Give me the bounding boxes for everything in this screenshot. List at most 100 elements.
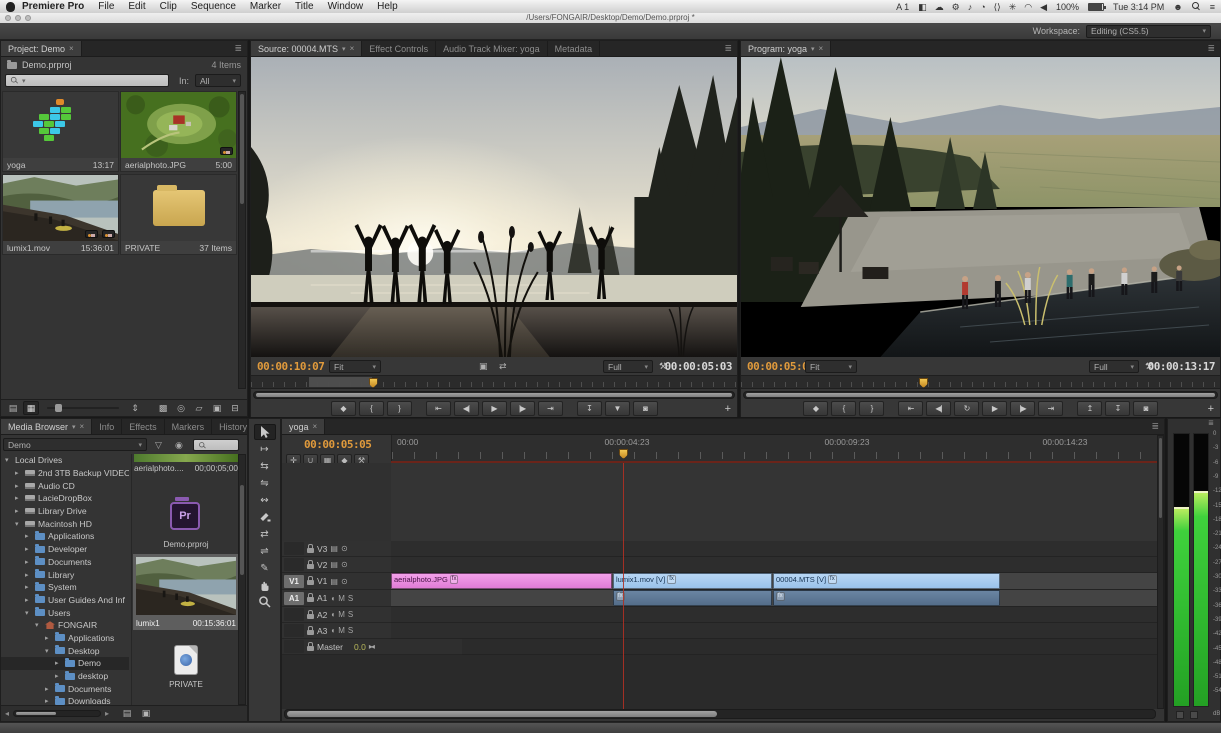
program-scrollbar[interactable] xyxy=(743,391,1218,399)
tool-track-select[interactable]: ↦ xyxy=(254,441,276,457)
apple-menu-icon[interactable] xyxy=(6,2,15,12)
source-current-timecode[interactable]: 00:00:10:07 xyxy=(257,360,324,373)
tree-item-users[interactable]: ▾Users xyxy=(1,606,129,619)
source-quality-dropdown[interactable]: Full▾ xyxy=(603,360,653,373)
disclosure-open-icon[interactable]: ▾ xyxy=(45,647,52,655)
scroll-left-icon[interactable]: ◂ xyxy=(5,709,9,718)
track-name[interactable]: A3 xyxy=(317,626,327,636)
file-name[interactable]: aerialphoto.... xyxy=(134,464,184,473)
lock-icon[interactable] xyxy=(307,548,314,553)
tab-source-00004-mts[interactable]: Source: 00004.MTS▾× xyxy=(251,41,362,56)
tool-slip[interactable]: ⇄ xyxy=(254,526,276,542)
tab-program-yoga[interactable]: Program: yoga ▾ × xyxy=(741,41,831,56)
display-style-icon[interactable]: ▤ xyxy=(330,544,338,553)
mark-in-button[interactable]: { xyxy=(831,401,856,416)
zoom-window-icon[interactable] xyxy=(25,15,31,21)
media-browser-scrollbar[interactable] xyxy=(238,454,246,705)
disclosure-closed-icon[interactable]: ▸ xyxy=(45,685,52,693)
source-patch-empty[interactable] xyxy=(284,608,304,621)
menu-sequence[interactable]: Sequence xyxy=(184,1,243,12)
item-name[interactable]: yoga xyxy=(7,160,25,170)
in-filter-dropdown[interactable]: All ▾ xyxy=(195,74,241,87)
private-doc-icon[interactable] xyxy=(175,646,197,674)
play-button[interactable]: ▶ xyxy=(982,401,1007,416)
menu-edit[interactable]: Edit xyxy=(121,1,152,12)
tool-zoom[interactable] xyxy=(254,594,276,610)
tree-item-downloads[interactable]: ▸Downloads xyxy=(1,695,129,705)
project-item-lumix1[interactable]: lumix1.mov15:36:01 xyxy=(2,174,119,255)
timeline-playhead-line[interactable] xyxy=(623,463,624,709)
tree-item-desktop[interactable]: ▸desktop xyxy=(1,670,129,683)
toggle-output-eye-icon[interactable]: ⊙ xyxy=(341,560,348,569)
go-to-out-button[interactable]: ⇥ xyxy=(538,401,563,416)
go-to-out-button[interactable]: ⇥ xyxy=(1038,401,1063,416)
project-scrollbar[interactable] xyxy=(238,91,246,389)
disclosure-closed-icon[interactable]: ▸ xyxy=(55,659,62,667)
tree-item-demo[interactable]: ▸Demo xyxy=(1,657,129,670)
dev-tools-icon[interactable]: ⟨⟩ xyxy=(994,2,1001,12)
tab-effects[interactable]: Effects xyxy=(122,419,164,434)
panel-menu-icon[interactable]: ≣ xyxy=(229,41,247,56)
input-source-indicator[interactable]: A 1 xyxy=(896,2,909,12)
mark-in-button[interactable]: { xyxy=(359,401,384,416)
play-button[interactable]: ▶ xyxy=(482,401,507,416)
program-quality-dropdown[interactable]: Full▾ xyxy=(1089,360,1139,373)
program-video-viewer[interactable] xyxy=(741,57,1220,357)
project-item-yoga[interactable]: yoga13:17 xyxy=(2,91,119,172)
mute-button[interactable]: M xyxy=(338,610,345,619)
mark-out-button[interactable]: } xyxy=(859,401,884,416)
tool-slide[interactable]: ⇌ xyxy=(254,543,276,559)
tool-hand[interactable] xyxy=(254,577,276,593)
export-frame-button[interactable]: ◙ xyxy=(1133,401,1158,416)
timeline-vscrollbar[interactable] xyxy=(1157,435,1164,709)
source-patch-empty[interactable] xyxy=(284,558,304,571)
tree-item-2nd-3tb-backup-video[interactable]: ▸2nd 3TB Backup VIDEO xyxy=(1,467,129,480)
disclosure-closed-icon[interactable]: ▸ xyxy=(25,558,32,566)
tree-item-audio-cd[interactable]: ▸Audio CD xyxy=(1,479,129,492)
item-name[interactable]: lumix1.mov xyxy=(7,243,50,253)
safe-margins-icon[interactable]: ▣ xyxy=(479,361,488,372)
fx-badge-icon[interactable]: fx xyxy=(450,575,459,584)
step-back-button[interactable]: ◀| xyxy=(926,401,951,416)
close-icon[interactable]: × xyxy=(80,422,85,431)
close-icon[interactable]: × xyxy=(819,44,824,53)
step-back-button[interactable]: ◀| xyxy=(454,401,479,416)
panel-menu-icon[interactable]: ≣ xyxy=(1146,419,1164,434)
menu-clip[interactable]: Clip xyxy=(153,1,184,12)
tree-item-documents[interactable]: ▸Documents xyxy=(1,682,129,695)
mark-out-button[interactable]: } xyxy=(387,401,412,416)
disclosure-closed-icon[interactable]: ▸ xyxy=(45,697,52,705)
close-icon[interactable]: × xyxy=(69,44,74,53)
list-view-button[interactable]: ▤ xyxy=(119,707,135,721)
disclosure-open-icon[interactable]: ▾ xyxy=(15,520,22,528)
toggle-output-eye-icon[interactable]: ⊙ xyxy=(341,544,348,553)
scroll-right-icon[interactable]: ▸ xyxy=(105,709,109,718)
tree-item-desktop[interactable]: ▾Desktop xyxy=(1,644,129,657)
step-forward-button[interactable]: |▶ xyxy=(510,401,535,416)
speaker-icon[interactable]: ◖ xyxy=(330,626,335,635)
chevron-down-icon[interactable]: ▾ xyxy=(811,45,815,53)
wifi-icon[interactable]: ◠ xyxy=(1024,2,1032,12)
disclosure-open-icon[interactable]: ▾ xyxy=(5,456,12,464)
zoom-slider[interactable] xyxy=(47,407,119,409)
tool-ripple-edit[interactable]: ⇆ xyxy=(254,458,276,474)
file-name[interactable]: PRIVATE xyxy=(132,680,240,689)
audio-clip[interactable]: fx xyxy=(613,590,772,606)
clip-lumix1-mov-v-[interactable]: lumix1.mov [V]fx xyxy=(613,573,772,589)
thumbnail-view-button[interactable]: ▣ xyxy=(138,707,154,721)
airplay-icon[interactable]: ♪ xyxy=(968,2,973,12)
tree-item-documents[interactable]: ▸Documents xyxy=(1,556,129,569)
audio-clip[interactable]: fx xyxy=(773,590,1000,606)
item-name[interactable]: PRIVATE xyxy=(125,243,160,253)
file-name[interactable]: Demo.prproj xyxy=(132,540,240,549)
program-mini-timeline[interactable] xyxy=(741,375,1220,389)
clip-aerialphoto-jpg[interactable]: aerialphoto.JPGfx xyxy=(391,573,612,589)
updown-icon[interactable]: ⇕ xyxy=(127,401,143,415)
source-patch-empty[interactable] xyxy=(284,624,304,637)
tree-item-applications[interactable]: ▸Applications xyxy=(1,530,129,543)
tool-pen[interactable]: ✎ xyxy=(254,560,276,576)
media-search-input[interactable] xyxy=(193,439,239,451)
disclosure-open-icon[interactable]: ▾ xyxy=(35,621,42,629)
tool-rolling-edit[interactable]: ⇋ xyxy=(254,475,276,491)
time-machine-icon[interactable]: ◔ xyxy=(980,2,985,12)
